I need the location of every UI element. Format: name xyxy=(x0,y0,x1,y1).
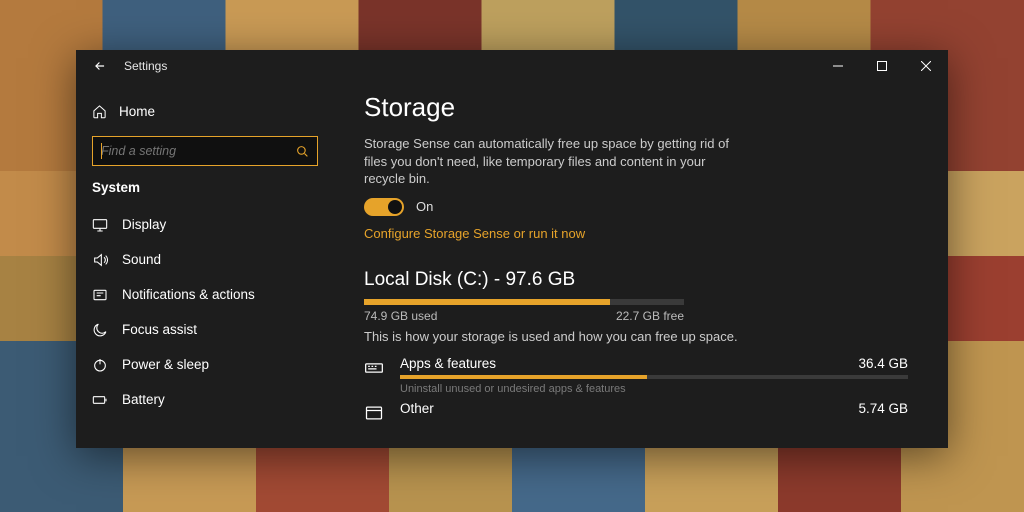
sidebar-item-label: Power & sleep xyxy=(122,357,209,372)
content-pane: Storage Storage Sense can automatically … xyxy=(334,82,948,448)
focus-assist-icon xyxy=(92,322,108,338)
home-nav[interactable]: Home xyxy=(92,96,318,126)
sidebar-item-focus-assist[interactable]: Focus assist xyxy=(92,312,318,347)
apps-icon xyxy=(364,356,386,378)
sidebar-item-label: Focus assist xyxy=(122,322,197,337)
sidebar: Home System Display Sound xyxy=(76,82,334,448)
category-apps-features[interactable]: Apps & features 36.4 GB Uninstall unused… xyxy=(364,356,908,395)
display-icon xyxy=(92,217,108,233)
power-sleep-icon xyxy=(92,357,108,373)
other-icon xyxy=(364,401,386,423)
battery-icon xyxy=(92,392,108,408)
sidebar-item-battery[interactable]: Battery xyxy=(92,382,318,417)
close-button[interactable] xyxy=(904,50,948,82)
sidebar-item-label: Battery xyxy=(122,392,165,407)
sidebar-item-label: Sound xyxy=(122,252,161,267)
toggle-state-label: On xyxy=(416,199,433,214)
disk-free-label: 22.7 GB free xyxy=(616,309,684,323)
back-button[interactable] xyxy=(82,50,118,82)
category-name: Apps & features xyxy=(400,356,496,371)
sidebar-item-sound[interactable]: Sound xyxy=(92,242,318,277)
search-field[interactable] xyxy=(101,144,287,158)
text-caret xyxy=(101,143,102,159)
usage-description: This is how your storage is used and how… xyxy=(364,329,908,344)
desktop-wallpaper: Settings Home xyxy=(0,0,1024,512)
search-icon xyxy=(296,145,309,158)
settings-window: Settings Home xyxy=(76,50,948,448)
category-size: 5.74 GB xyxy=(858,401,908,416)
disk-usage-bar xyxy=(364,299,684,305)
sidebar-item-notifications[interactable]: Notifications & actions xyxy=(92,277,318,312)
category-size: 36.4 GB xyxy=(858,356,908,371)
maximize-button[interactable] xyxy=(860,50,904,82)
sidebar-item-label: Display xyxy=(122,217,166,232)
sidebar-item-display[interactable]: Display xyxy=(92,207,318,242)
category-name: Other xyxy=(400,401,434,416)
home-label: Home xyxy=(119,104,155,119)
disk-heading: Local Disk (C:) - 97.6 GB xyxy=(364,269,908,291)
sidebar-item-label: Notifications & actions xyxy=(122,287,255,302)
minimize-button[interactable] xyxy=(816,50,860,82)
category-hint: Uninstall unused or undesired apps & fea… xyxy=(400,383,908,395)
sidebar-item-power-sleep[interactable]: Power & sleep xyxy=(92,347,318,382)
configure-storage-sense-link[interactable]: Configure Storage Sense or run it now xyxy=(364,226,908,241)
storage-sense-toggle[interactable] xyxy=(364,198,404,216)
titlebar: Settings xyxy=(76,50,948,82)
category-bar xyxy=(400,375,908,379)
window-title: Settings xyxy=(124,59,167,73)
sound-icon xyxy=(92,252,108,268)
search-input[interactable] xyxy=(92,136,318,166)
notifications-icon xyxy=(92,287,108,303)
page-heading: Storage xyxy=(364,92,908,123)
storage-sense-description: Storage Sense can automatically free up … xyxy=(364,135,744,188)
disk-usage-fill xyxy=(364,299,610,305)
disk-used-label: 74.9 GB used xyxy=(364,309,437,323)
home-icon xyxy=(92,104,107,119)
category-other[interactable]: Other 5.74 GB xyxy=(364,401,908,423)
sidebar-section-label: System xyxy=(92,180,318,195)
